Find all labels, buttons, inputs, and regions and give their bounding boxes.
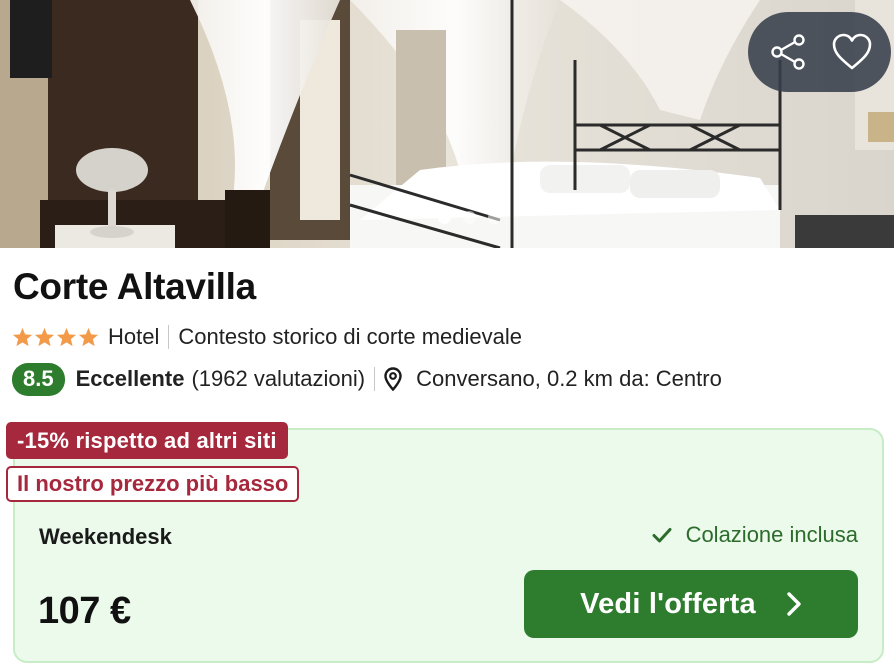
- offer-price: 107 €: [38, 590, 131, 632]
- score-label: Eccellente: [75, 366, 185, 391]
- review-count[interactable]: (1962 valutazioni): [191, 366, 365, 392]
- divider: [168, 325, 170, 349]
- hotel-type: Hotel: [108, 324, 160, 349]
- photo-actions: [748, 12, 891, 92]
- hotel-name[interactable]: Corte Altavilla: [13, 266, 256, 308]
- view-offer-button[interactable]: Vedi l'offerta: [524, 570, 858, 638]
- heart-icon: [832, 33, 872, 70]
- score-badge: 8.5: [12, 362, 65, 396]
- hotel-meta: Hotel Contesto storico di corte medieval…: [12, 322, 522, 352]
- gallery-dot[interactable]: [438, 211, 451, 224]
- view-offer-label: Vedi l'offerta: [580, 587, 756, 620]
- star-icon: [78, 327, 99, 347]
- chevron-right-icon: [787, 592, 801, 616]
- rating-row: 8.5 Eccellente (1962 valutazioni) Conver…: [12, 362, 722, 396]
- share-icon: [771, 34, 805, 70]
- location-pin-icon: [384, 367, 402, 391]
- divider: [374, 367, 376, 391]
- breakfast-amenity: Colazione inclusa: [652, 522, 858, 548]
- star-icon: [56, 327, 77, 347]
- amenity-label: Colazione inclusa: [685, 522, 858, 547]
- star-icon: [34, 327, 55, 347]
- gallery-dot[interactable]: [488, 211, 501, 224]
- checkmark-icon: [652, 528, 672, 543]
- offer-provider: Weekendesk: [39, 524, 172, 549]
- star-icon: [12, 327, 33, 347]
- discount-badge: -15% rispetto ad altri siti: [6, 422, 288, 459]
- gallery-pagination: [438, 211, 501, 224]
- favorite-button[interactable]: [830, 32, 874, 72]
- share-button[interactable]: [766, 32, 810, 72]
- lowest-price-badge: Il nostro prezzo più basso: [6, 466, 300, 502]
- location-text[interactable]: Conversano, 0.2 km da: Centro: [416, 366, 722, 392]
- gallery-dot[interactable]: [463, 211, 476, 224]
- hotel-tagline: Contesto storico di corte medievale: [178, 324, 522, 349]
- star-rating: [12, 327, 99, 347]
